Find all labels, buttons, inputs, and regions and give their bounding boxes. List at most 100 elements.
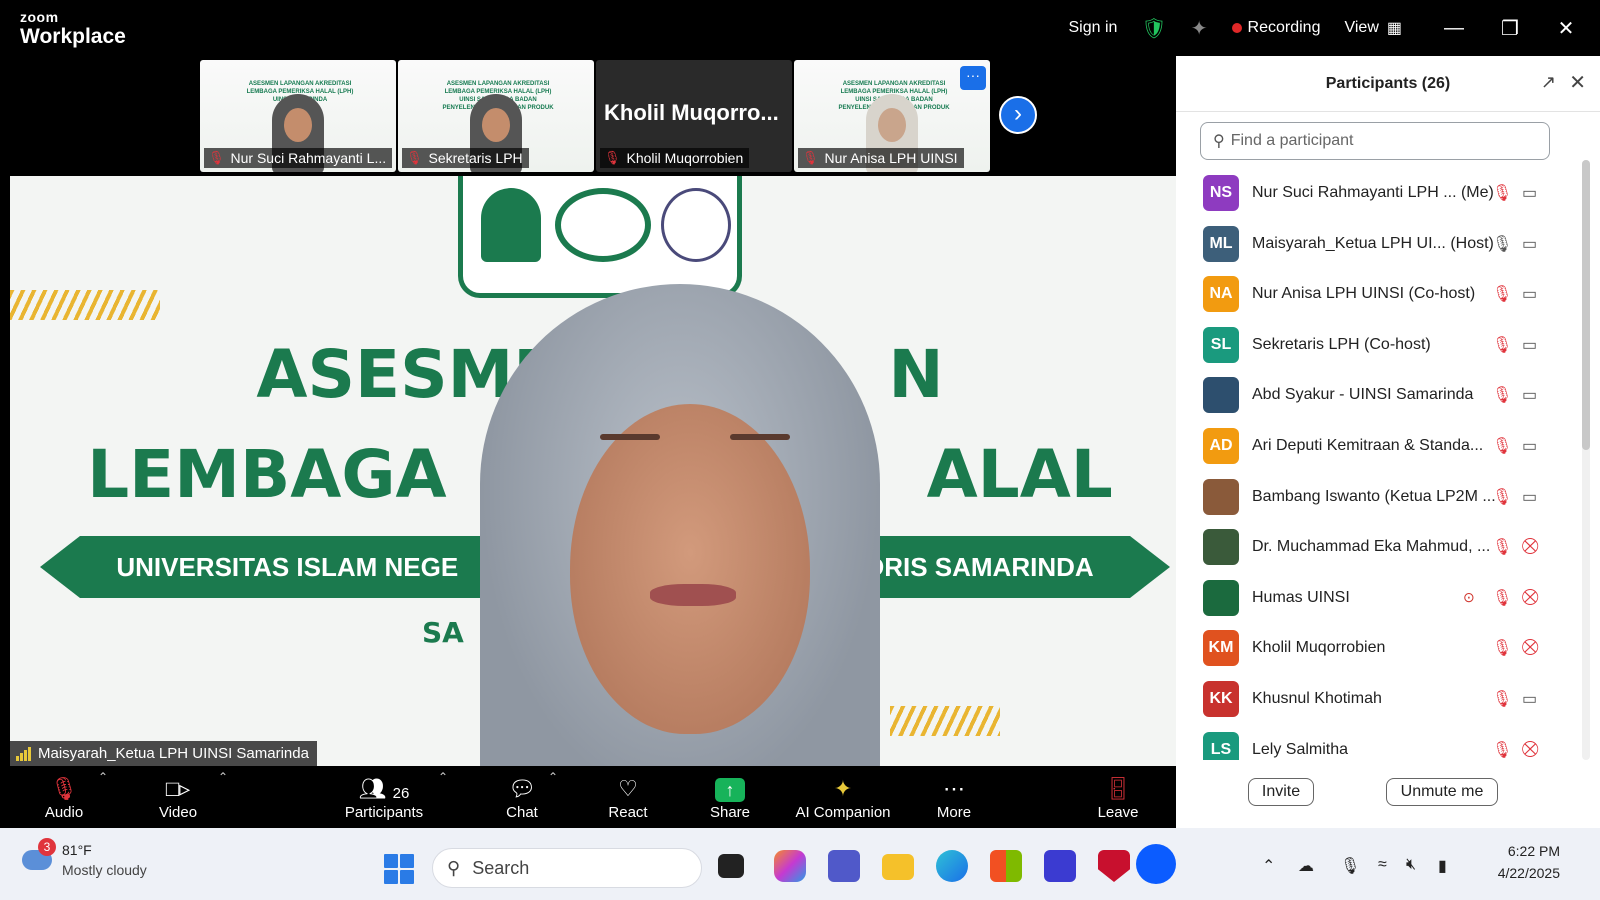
participant-row[interactable]: KM Kholil Muqorrobien 🎙︎ ⛒: [1176, 623, 1576, 673]
unmute-me-button[interactable]: Unmute me: [1386, 778, 1498, 806]
mic-muted-icon[interactable]: 🎙︎: [1492, 183, 1512, 203]
main-speaker-video[interactable]: ASESME N LEMBAGA ALAL UNIVERSITAS ISLAM NE…: [10, 176, 1190, 766]
thumbnail-video[interactable]: ASESMEN LAPANGAN AKREDITASI LEMBAGA PEME…: [794, 60, 990, 172]
video-off-icon[interactable]: ⛒: [1522, 639, 1538, 657]
video-options-caret[interactable]: ⌃: [218, 770, 228, 784]
search-placeholder: Find a participant: [1230, 132, 1354, 149]
invite-button[interactable]: Invite: [1248, 778, 1314, 806]
video-camera-icon[interactable]: ▭: [1522, 284, 1537, 304]
video-off-icon[interactable]: ⛒: [1522, 538, 1538, 556]
video-camera-icon: □▹: [165, 776, 191, 801]
video-camera-icon[interactable]: ▭: [1522, 689, 1537, 709]
weather-widget[interactable]: 3 81°F Mostly cloudy: [20, 836, 190, 890]
wifi-icon[interactable]: ≈: [1378, 856, 1387, 874]
video-camera-icon[interactable]: ▭: [1522, 234, 1537, 254]
react-button[interactable]: ♡ React: [596, 768, 660, 828]
minimize-icon[interactable]: —: [1426, 0, 1482, 56]
video-camera-icon[interactable]: ▭: [1522, 183, 1537, 203]
mic-muted-icon[interactable]: 🎙︎: [1492, 689, 1512, 709]
zoom-app-icon[interactable]: [1136, 844, 1176, 884]
participant-row[interactable]: Abd Syakur - UINSI Samarinda 🎙︎ ▭: [1176, 370, 1576, 420]
participants-label: Participants: [344, 804, 424, 821]
taskbar-search-input[interactable]: ⚲ Search: [432, 848, 702, 888]
thumbnail-video[interactable]: ASESMEN LAPANGAN AKREDITASI LEMBAGA PEME…: [200, 60, 396, 172]
video-off-icon[interactable]: ⛒: [1522, 589, 1538, 607]
clock-time: 6:22 PM: [1507, 843, 1560, 859]
mic-muted-icon[interactable]: 🎙︎: [1492, 335, 1512, 355]
slide-logo-box: [458, 176, 742, 298]
copilot-icon[interactable]: [774, 850, 806, 882]
edge-browser-icon[interactable]: [936, 850, 968, 882]
video-off-icon[interactable]: ⛒: [1522, 741, 1538, 759]
mic-muted-icon[interactable]: 🎙︎: [1492, 487, 1512, 507]
audio-button[interactable]: 🎙︎ Audio: [36, 768, 92, 828]
leave-button[interactable]: 🚪︎ Leave: [1090, 768, 1146, 828]
teams-icon[interactable]: [828, 850, 860, 882]
video-camera-icon[interactable]: ▭: [1522, 436, 1537, 456]
onedrive-cloud-icon[interactable]: ☁: [1298, 856, 1314, 876]
mic-muted-icon[interactable]: 🎙︎: [1492, 588, 1512, 608]
avatar: [1203, 579, 1239, 616]
participant-row[interactable]: NA Nur Anisa LPH UINSI (Co-host) 🎙︎ ▭: [1176, 269, 1576, 319]
file-explorer-icon[interactable]: [882, 854, 914, 880]
thumbnail-video[interactable]: Kholil Muqorro... 🎙︎ Kholil Muqorrobien: [596, 60, 792, 172]
chevron-right-icon[interactable]: ›: [999, 96, 1037, 134]
mic-muted-icon: 🎙︎: [208, 150, 225, 165]
participant-row[interactable]: SL Sekretaris LPH (Co-host) 🎙︎ ▭: [1176, 320, 1576, 370]
video-camera-icon[interactable]: ▭: [1522, 385, 1537, 405]
participant-row[interactable]: KK Khusnul Khotimah 🎙︎ ▭: [1176, 674, 1576, 724]
mic-muted-icon[interactable]: 🎙︎: [1492, 537, 1512, 557]
close-icon[interactable]: ✕: [1569, 70, 1586, 95]
microphone-icon[interactable]: 🎙︎: [1340, 856, 1360, 876]
participant-row[interactable]: Bambang Iswanto (Ketua LP2M ... 🎙︎ ▭: [1176, 472, 1576, 522]
participant-row[interactable]: Dr. Muchammad Eka Mahmud, ... 🎙︎ ⛒: [1176, 522, 1576, 572]
task-view-icon[interactable]: [718, 854, 744, 878]
participants-button[interactable]: 👥︎ 26 Participants: [336, 768, 432, 828]
participant-row[interactable]: NS Nur Suci Rahmayanti LPH ... (Me) 🎙︎ ▭: [1176, 168, 1576, 218]
popout-icon[interactable]: ↗: [1541, 72, 1556, 93]
audio-options-caret[interactable]: ⌃: [98, 770, 108, 784]
restore-icon[interactable]: ❐: [1482, 0, 1538, 56]
thumbnail-video[interactable]: ASESMEN LAPANGAN AKREDITASI LEMBAGA PEME…: [398, 60, 594, 172]
mic-muted-icon[interactable]: 🎙︎: [1492, 638, 1512, 658]
share-button[interactable]: ↑ Share: [698, 768, 762, 828]
participant-row[interactable]: ML Maisyarah_Ketua LPH UI... (Host) 🎙︎ ▭: [1176, 219, 1576, 269]
battery-charging-icon[interactable]: ▮: [1438, 856, 1447, 876]
participant-search-input[interactable]: ⚲ Find a participant: [1200, 122, 1550, 160]
ai-companion-button[interactable]: ✦ AI Companion: [790, 768, 896, 828]
windows-start-icon[interactable]: [384, 854, 414, 884]
mic-muted-icon[interactable]: 🎙︎: [1492, 385, 1512, 405]
more-button[interactable]: ⋯ More: [926, 768, 982, 828]
mcafee-shield-icon[interactable]: [1098, 850, 1130, 882]
taskbar-clock[interactable]: 6:22 PM 4/22/2025: [1498, 840, 1560, 884]
search-icon: ⚲: [1213, 133, 1225, 150]
participant-name: Nur Suci Rahmayanti LPH ... (Me): [1252, 184, 1494, 201]
participant-row[interactable]: AD Ari Deputi Kemitraan & Standa... 🎙︎ ▭: [1176, 421, 1576, 471]
mic-muted-icon: 🎙︎: [406, 150, 423, 165]
sign-in-link[interactable]: Sign in: [1068, 19, 1117, 37]
participant-row[interactable]: LS Lely Salmitha 🎙︎ ⛒: [1176, 725, 1576, 760]
speaker-muted-icon[interactable]: 🔇︎: [1406, 856, 1416, 874]
video-camera-icon[interactable]: ▭: [1522, 335, 1537, 355]
mic-muted-icon[interactable]: 🎙︎: [1492, 284, 1512, 304]
video-button[interactable]: □▹ Video: [150, 768, 206, 828]
video-camera-icon[interactable]: ▭: [1522, 487, 1537, 507]
mic-muted-icon[interactable]: 🎙︎: [1492, 436, 1512, 456]
view-button[interactable]: View ▦: [1344, 18, 1402, 38]
chevron-up-icon[interactable]: ⌃: [1262, 856, 1275, 876]
participants-options-caret[interactable]: ⌃: [438, 770, 448, 784]
participant-list-scrollbar[interactable]: [1582, 160, 1590, 760]
microsoft-store-icon[interactable]: [990, 850, 1022, 882]
chat-button[interactable]: 💬︎ Chat: [490, 768, 554, 828]
recording-indicator[interactable]: Recording: [1231, 19, 1320, 37]
chat-options-caret[interactable]: ⌃: [548, 770, 558, 784]
scrollbar-thumb[interactable]: [1582, 160, 1590, 450]
participant-row[interactable]: Humas UINSI ⊙ 🎙︎ ⛒: [1176, 573, 1576, 623]
mic-muted-icon[interactable]: 🎙︎: [1492, 740, 1512, 760]
more-options-button[interactable]: ···: [960, 66, 986, 90]
sparkle-icon[interactable]: ✦: [1191, 16, 1208, 41]
close-icon[interactable]: ✕: [1538, 0, 1594, 56]
mic-icon[interactable]: 🎙︎: [1492, 234, 1512, 254]
shield-icon[interactable]: 🛡: [1141, 16, 1166, 41]
whiteboard-app-icon[interactable]: [1044, 850, 1076, 882]
